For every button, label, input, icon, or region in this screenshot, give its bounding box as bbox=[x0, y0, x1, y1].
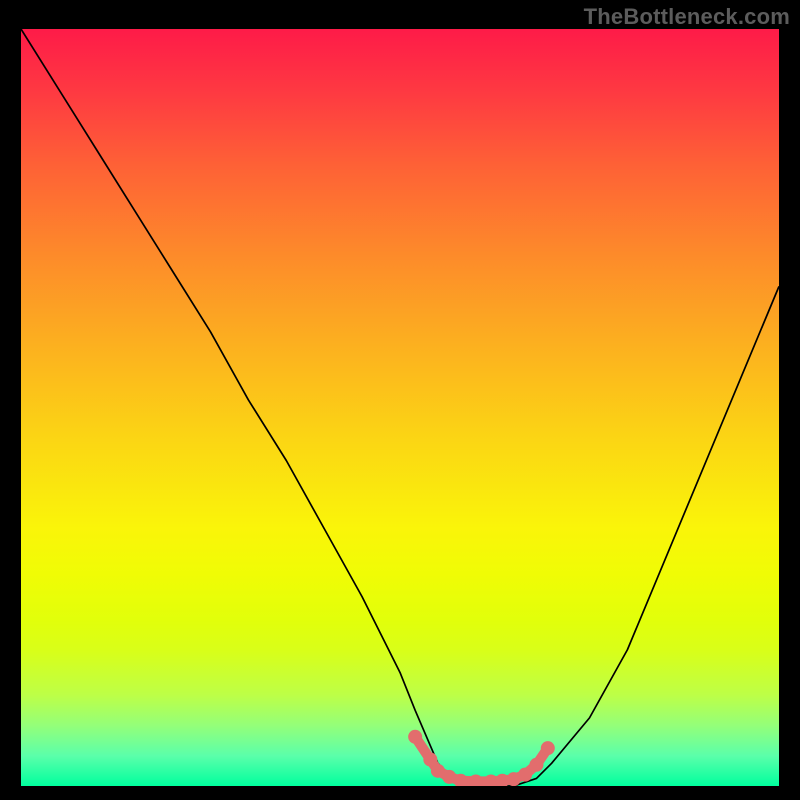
watermark-text: TheBottleneck.com bbox=[584, 4, 790, 30]
chart-frame: TheBottleneck.com bbox=[0, 0, 800, 800]
plot-background-gradient bbox=[21, 29, 779, 786]
